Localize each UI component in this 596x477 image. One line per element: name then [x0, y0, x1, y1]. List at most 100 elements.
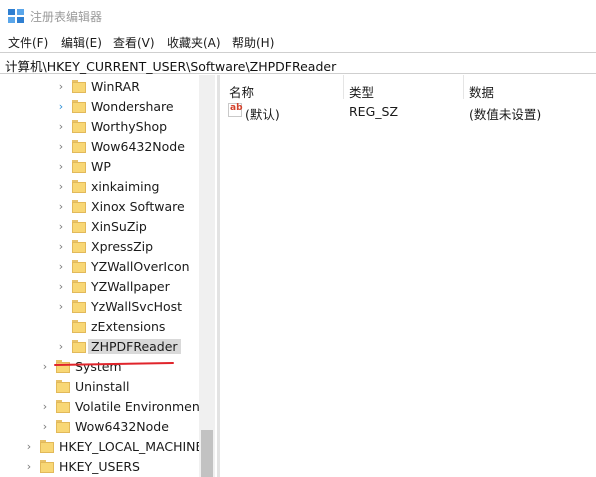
chevron-right-icon[interactable]: › [56, 257, 66, 277]
window-title: 注册表编辑器 [30, 10, 103, 24]
tree-item-label[interactable]: Xinox Software [91, 199, 185, 214]
value-data: (数值未设置) [469, 107, 542, 122]
folder-icon [72, 240, 86, 254]
folder-icon [72, 280, 86, 294]
menu-help[interactable]: 帮助(H) [232, 34, 274, 51]
tree-item[interactable]: › System [0, 357, 199, 377]
folder-icon [72, 80, 86, 94]
column-header-data[interactable]: 数据 [469, 82, 494, 101]
folder-icon [72, 160, 86, 174]
tree-item[interactable]: zExtensions [0, 317, 199, 337]
values-list [220, 75, 596, 477]
tree-item-label[interactable]: Wow6432Node [75, 419, 169, 434]
chevron-right-icon[interactable]: › [24, 437, 34, 457]
folder-icon [72, 200, 86, 214]
tree-item-label[interactable]: Wow6432Node [91, 139, 185, 154]
registry-editor-icon [8, 9, 24, 23]
tree-item-label[interactable]: HKEY_USERS [59, 459, 140, 474]
tree-item-label[interactable]: YZWallOverIcon [91, 259, 190, 274]
folder-icon [72, 340, 86, 354]
tree-item[interactable]: Uninstall [0, 377, 199, 397]
tree-item-label[interactable]: XinSuZip [91, 219, 147, 234]
tree-item-label[interactable]: zExtensions [91, 319, 165, 334]
tree-item-label[interactable]: WinRAR [91, 79, 140, 94]
title-bar: 注册表编辑器 [0, 0, 596, 32]
tree-item-label[interactable]: ZHPDFReader [88, 339, 181, 354]
string-value-icon: ab [228, 103, 243, 117]
chevron-right-icon[interactable]: › [56, 197, 66, 217]
chevron-right-icon[interactable]: › [56, 77, 66, 97]
tree-item[interactable]: › Volatile Environment [0, 397, 205, 417]
chevron-right-icon[interactable]: › [56, 97, 66, 117]
tree-item-label[interactable]: Volatile Environment [75, 399, 205, 414]
folder-icon [56, 400, 70, 414]
tree-item[interactable]: › Wow6432Node [0, 417, 199, 437]
chevron-right-icon[interactable]: › [40, 397, 50, 417]
folder-icon [72, 180, 86, 194]
column-separator[interactable] [343, 75, 344, 99]
tree-item[interactable]: › WP [0, 157, 199, 177]
tree-item-label[interactable]: YzWallSvcHost [91, 299, 182, 314]
column-header-type[interactable]: 类型 [349, 82, 374, 101]
chevron-right-icon[interactable]: › [56, 297, 66, 317]
menu-bar: 文件(F) 编辑(E) 查看(V) 收藏夹(A) 帮助(H) [0, 32, 596, 52]
tree-item[interactable]: › YzWallSvcHost [0, 297, 199, 317]
column-separator[interactable] [463, 75, 464, 99]
menu-favorites[interactable]: 收藏夹(A) [167, 34, 221, 51]
tree-item-label[interactable]: System [75, 359, 122, 374]
folder-icon [40, 440, 54, 454]
tree-item[interactable]: › YZWallOverIcon [0, 257, 199, 277]
tree-item[interactable]: › YZWallpaper [0, 277, 199, 297]
tree-item[interactable]: › XinSuZip [0, 217, 199, 237]
tree-item-label[interactable]: Wondershare [91, 99, 174, 114]
chevron-right-icon[interactable]: › [56, 237, 66, 257]
folder-icon [72, 300, 86, 314]
value-name[interactable]: (默认) [245, 104, 280, 123]
tree-item[interactable]: › xinkaiming [0, 177, 199, 197]
value-type: REG_SZ [349, 104, 399, 119]
menu-edit[interactable]: 编辑(E) [61, 34, 102, 51]
tree-item[interactable]: › Wondershare [0, 97, 199, 117]
tree-item[interactable]: › ZHPDFReader [0, 337, 199, 357]
menu-view[interactable]: 查看(V) [113, 34, 155, 51]
chevron-right-icon[interactable]: › [40, 417, 50, 437]
tree-item[interactable]: › HKEY_USERS [0, 457, 199, 477]
chevron-right-icon[interactable]: › [56, 137, 66, 157]
folder-icon [56, 380, 70, 394]
folder-icon [56, 360, 70, 374]
folder-icon [56, 420, 70, 434]
chevron-right-icon[interactable]: › [56, 337, 66, 357]
chevron-right-icon[interactable]: › [24, 457, 34, 477]
tree-item-label[interactable]: YZWallpaper [91, 279, 170, 294]
folder-icon [72, 220, 86, 234]
tree-item-label[interactable]: HKEY_LOCAL_MACHINE [59, 439, 203, 454]
chevron-right-icon[interactable]: › [56, 117, 66, 137]
tree-item[interactable]: › WorthyShop [0, 117, 199, 137]
tree-item[interactable]: › Wow6432Node [0, 137, 199, 157]
tree-item-label[interactable]: WP [91, 159, 111, 174]
folder-icon [72, 120, 86, 134]
chevron-right-icon[interactable]: › [56, 177, 66, 197]
folder-icon [72, 100, 86, 114]
chevron-right-icon[interactable]: › [56, 277, 66, 297]
tree-item[interactable]: › XpressZip [0, 237, 199, 257]
menu-file[interactable]: 文件(F) [8, 34, 48, 51]
folder-icon [72, 140, 86, 154]
folder-icon [72, 320, 86, 334]
folder-icon [72, 260, 86, 274]
tree-item[interactable]: › WinRAR [0, 77, 199, 97]
address-bar[interactable]: 计算机\HKEY_CURRENT_USER\Software\ZHPDFRead… [0, 52, 596, 74]
tree-scrollbar[interactable] [199, 75, 215, 477]
address-path[interactable]: 计算机\HKEY_CURRENT_USER\Software\ZHPDFRead… [5, 56, 336, 75]
tree-item[interactable]: › Xinox Software [0, 197, 199, 217]
chevron-right-icon[interactable]: › [56, 217, 66, 237]
tree-item-label[interactable]: XpressZip [91, 239, 153, 254]
tree-item-label[interactable]: WorthyShop [91, 119, 167, 134]
chevron-right-icon[interactable]: › [56, 157, 66, 177]
chevron-right-icon[interactable]: › [40, 357, 50, 377]
tree-scrollbar-thumb[interactable] [201, 430, 213, 477]
tree-item-label[interactable]: xinkaiming [91, 179, 159, 194]
tree-item-label[interactable]: Uninstall [75, 379, 130, 394]
column-header-name[interactable]: 名称 [229, 82, 254, 101]
tree-item[interactable]: › HKEY_LOCAL_MACHINE [0, 437, 204, 457]
